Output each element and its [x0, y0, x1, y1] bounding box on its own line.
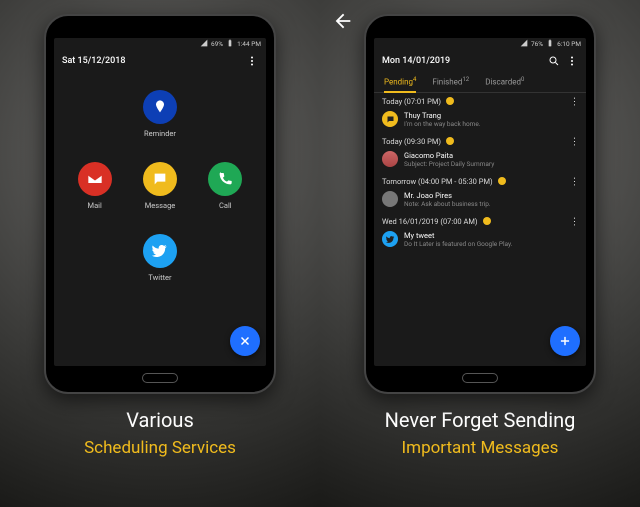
battery-icon: [546, 39, 554, 49]
promo-panel-left: 69% 1:44 PM Sat 15/12/2018 Reminder Mail: [0, 0, 320, 507]
tab-finished[interactable]: Finished12: [432, 72, 469, 92]
screen-right: 76% 6:10 PM Mon 14/01/2019 Pending4 Fini…: [374, 38, 586, 366]
status-dot-icon: [446, 97, 454, 105]
back-button[interactable]: [332, 10, 354, 32]
battery-text: 69%: [211, 40, 223, 48]
section-time: Today (07:01 PM): [382, 97, 441, 106]
avatar: [382, 111, 398, 127]
status-dot-icon: [483, 217, 491, 225]
avatar: [382, 151, 398, 167]
service-label: Call: [219, 201, 232, 210]
promo-panel-right: 76% 6:10 PM Mon 14/01/2019 Pending4 Fini…: [320, 0, 640, 507]
screen-left: 69% 1:44 PM Sat 15/12/2018 Reminder Mail: [54, 38, 266, 366]
section-header: Tomorrow (04:00 PM - 05:30 PM) ⋯: [374, 173, 586, 188]
tabs: Pending4 Finished12 Discarded0: [374, 72, 586, 93]
fab-add[interactable]: [550, 326, 580, 356]
status-bar: 69% 1:44 PM: [54, 38, 266, 50]
signal-icon: [200, 39, 208, 49]
avatar: [382, 231, 398, 247]
reminder-icon: [143, 90, 177, 124]
list-item[interactable]: My tweet Do It Later is featured on Goog…: [374, 228, 586, 253]
clock-text: 1:44 PM: [237, 40, 261, 48]
caption: Various Scheduling Services: [84, 408, 236, 458]
tab-pending[interactable]: Pending4: [384, 72, 416, 92]
service-call[interactable]: Call: [193, 162, 258, 234]
item-title: My tweet: [404, 231, 512, 240]
caption-line-2: Scheduling Services: [84, 438, 236, 458]
phone-frame: 76% 6:10 PM Mon 14/01/2019 Pending4 Fini…: [364, 14, 596, 394]
list-item[interactable]: Giacomo Paita Subject: Project Daily Sum…: [374, 148, 586, 173]
caption-line-1: Various: [84, 408, 236, 432]
battery-text: 76%: [531, 40, 543, 48]
item-title: Thuy Trang: [404, 111, 481, 120]
section-header: Today (07:01 PM) ⋯: [374, 93, 586, 108]
services-grid: Reminder Mail Message Call: [54, 72, 266, 366]
section-time: Wed 16/01/2019 (07:00 AM): [382, 217, 478, 226]
fab-close[interactable]: [230, 326, 260, 356]
section-menu[interactable]: ⋯: [571, 217, 577, 226]
section-menu[interactable]: ⋯: [571, 137, 577, 146]
service-label: Mail: [88, 201, 102, 210]
caption-line-1: Never Forget Sending: [385, 408, 576, 432]
caption-line-2: Important Messages: [385, 438, 576, 458]
signal-icon: [520, 39, 528, 49]
mail-icon: [78, 162, 112, 196]
call-icon: [208, 162, 242, 196]
more-icon[interactable]: [566, 55, 578, 67]
section-time: Tomorrow (04:00 PM - 05:30 PM): [382, 177, 493, 186]
service-mail[interactable]: Mail: [62, 162, 127, 234]
phone-frame: 69% 1:44 PM Sat 15/12/2018 Reminder Mail: [44, 14, 276, 394]
tab-discarded[interactable]: Discarded0: [485, 72, 524, 92]
twitter-icon: [143, 234, 177, 268]
service-reminder[interactable]: Reminder: [127, 90, 192, 162]
status-dot-icon: [446, 137, 454, 145]
clock-text: 6:10 PM: [557, 40, 581, 48]
section-header: Today (09:30 PM) ⋯: [374, 133, 586, 148]
item-title: Mr. Joao Pires: [404, 191, 491, 200]
item-sub: I'm on the way back home.: [404, 120, 481, 128]
app-header: Mon 14/01/2019: [374, 50, 586, 72]
item-sub: Note: Ask about business trip.: [404, 200, 491, 208]
more-icon[interactable]: [246, 55, 258, 67]
item-title: Giacomo Paita: [404, 151, 494, 160]
section-menu[interactable]: ⋯: [571, 97, 577, 106]
message-icon: [143, 162, 177, 196]
battery-icon: [226, 39, 234, 49]
header-date: Sat 15/12/2018: [62, 56, 125, 66]
service-message[interactable]: Message: [127, 162, 192, 234]
plus-icon: [558, 334, 572, 348]
caption: Never Forget Sending Important Messages: [385, 408, 576, 458]
section-time: Today (09:30 PM): [382, 137, 441, 146]
service-twitter[interactable]: Twitter: [127, 234, 192, 306]
section-header: Wed 16/01/2019 (07:00 AM) ⋯: [374, 213, 586, 228]
service-label: Reminder: [144, 129, 176, 138]
list-item[interactable]: Thuy Trang I'm on the way back home.: [374, 108, 586, 133]
list-item[interactable]: Mr. Joao Pires Note: Ask about business …: [374, 188, 586, 213]
search-icon[interactable]: [548, 55, 560, 67]
status-bar: 76% 6:10 PM: [374, 38, 586, 50]
status-dot-icon: [498, 177, 506, 185]
app-header: Sat 15/12/2018: [54, 50, 266, 72]
item-sub: Do It Later is featured on Google Play.: [404, 240, 512, 248]
header-date: Mon 14/01/2019: [382, 56, 450, 66]
schedule-list: Today (07:01 PM) ⋯ Thuy Trang I'm on the…: [374, 93, 586, 366]
section-menu[interactable]: ⋯: [571, 177, 577, 186]
service-label: Twitter: [148, 273, 171, 282]
service-label: Message: [145, 201, 176, 210]
close-icon: [238, 334, 252, 348]
item-sub: Subject: Project Daily Summary: [404, 160, 494, 168]
avatar: [382, 191, 398, 207]
